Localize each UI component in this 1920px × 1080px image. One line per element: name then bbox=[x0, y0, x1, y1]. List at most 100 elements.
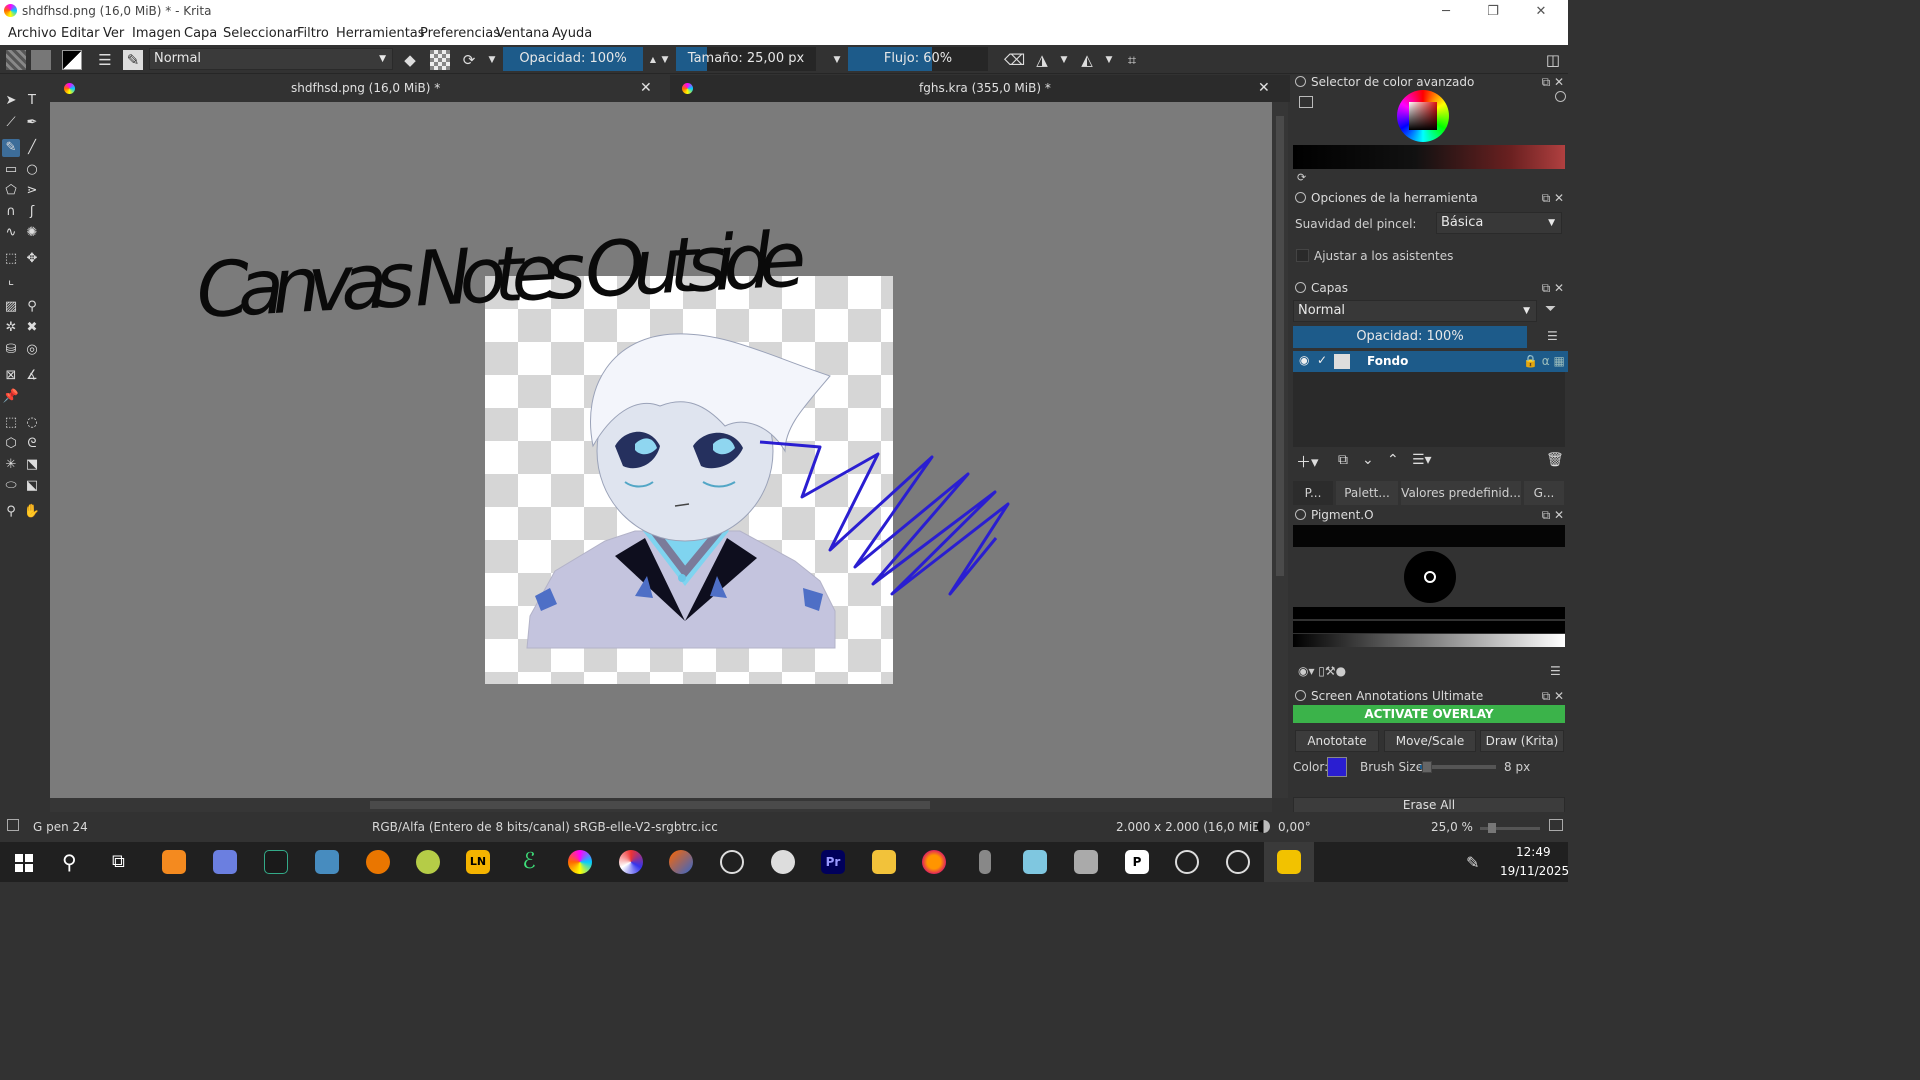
line-tool-icon[interactable]: ╱ bbox=[23, 139, 41, 157]
menu-imagen[interactable]: Imagen bbox=[132, 26, 181, 41]
multibrush-icon[interactable]: ✺ bbox=[23, 224, 41, 242]
duplicate-layer-icon[interactable]: ⧉ bbox=[1338, 452, 1348, 468]
select-shapes-icon[interactable]: ➤ bbox=[2, 92, 20, 110]
scrollbar-thumb[interactable] bbox=[370, 801, 930, 809]
tab-fghs[interactable]: fghs.kra (355,0 MiB) * ✕ bbox=[672, 75, 1290, 102]
windows-start-icon[interactable] bbox=[15, 854, 33, 872]
pigment-color-circle[interactable] bbox=[1404, 551, 1456, 603]
size-slider[interactable]: Tamaño: 25,00 px bbox=[676, 47, 816, 71]
reference-tool-icon[interactable]: 📌 bbox=[2, 388, 20, 406]
app-icon[interactable] bbox=[416, 850, 440, 874]
eraser-icon[interactable]: ◆ bbox=[400, 50, 420, 70]
transform-tool-icon[interactable]: ⬚ bbox=[2, 250, 20, 268]
annotation-color-swatch[interactable] bbox=[1327, 757, 1347, 777]
menu-herramientas[interactable]: Herramientas bbox=[336, 26, 425, 41]
layer-properties-icon[interactable]: ☰▾ bbox=[1412, 452, 1432, 468]
menu-archivo[interactable]: Archivo bbox=[8, 26, 57, 41]
float-close-icon[interactable]: ⧉ ✕ bbox=[1542, 687, 1564, 705]
scrollbar-thumb[interactable] bbox=[1276, 116, 1284, 576]
float-close-icon[interactable]: ⧉ ✕ bbox=[1542, 279, 1564, 297]
polyline-tool-icon[interactable]: ⋗ bbox=[23, 182, 41, 200]
brush-settings-icon[interactable]: ☰ bbox=[95, 50, 115, 70]
selection-icon[interactable] bbox=[7, 819, 19, 831]
menu-ventana[interactable]: Ventana bbox=[496, 26, 549, 41]
app-icon[interactable] bbox=[213, 850, 237, 874]
app-icon[interactable] bbox=[1277, 850, 1301, 874]
menu-ver[interactable]: Ver bbox=[103, 26, 124, 41]
brush-size-handle[interactable] bbox=[1422, 761, 1432, 773]
alpha-lock-icon[interactable] bbox=[430, 50, 450, 70]
zoom-tool-icon[interactable]: ⚲ bbox=[2, 503, 20, 521]
brush-size-slider[interactable] bbox=[1420, 761, 1496, 773]
chevron-down-icon[interactable]: ▼ bbox=[482, 50, 502, 70]
color-history-strip[interactable] bbox=[1293, 145, 1565, 169]
task-view-icon[interactable]: ⧉ bbox=[112, 851, 125, 872]
menu-preferencias[interactable]: Preferencias bbox=[420, 26, 500, 41]
no-color-icon[interactable] bbox=[1555, 91, 1566, 102]
annotate-button[interactable]: Anototate bbox=[1295, 730, 1379, 752]
pigment-panel[interactable] bbox=[1293, 547, 1565, 607]
activate-overlay-button[interactable]: ACTIVATE OVERLAY bbox=[1293, 705, 1565, 723]
microphone-icon[interactable] bbox=[979, 850, 991, 874]
layer-props-icon[interactable]: 🔒 α ▦ bbox=[1523, 354, 1565, 368]
assistant-tool-icon[interactable]: ⊠ bbox=[2, 367, 20, 385]
smart-patch-icon[interactable]: ✲ bbox=[2, 319, 20, 337]
erase-all-button[interactable]: Erase All bbox=[1293, 797, 1565, 813]
layer-menu-icon[interactable]: ☰ bbox=[1547, 329, 1558, 343]
search-icon[interactable]: ⚲ bbox=[62, 850, 77, 874]
move-tool-icon[interactable]: ✥ bbox=[23, 250, 41, 268]
app-icon[interactable]: ℰ bbox=[517, 850, 541, 874]
contiguous-select-icon[interactable]: ✳ bbox=[2, 456, 20, 474]
canvas-area[interactable]: Canvas Notes Outside bbox=[50, 102, 1272, 798]
godot-icon[interactable] bbox=[315, 850, 339, 874]
freehand-select-icon[interactable]: ᘓ bbox=[23, 435, 41, 453]
measure-tool-icon[interactable]: ∡ bbox=[23, 367, 41, 385]
tab-presets[interactable]: Valores predefinid... bbox=[1401, 481, 1521, 505]
blend-mode-select[interactable]: Normal ▼ bbox=[149, 48, 393, 70]
colorize-mask-icon[interactable]: ✖ bbox=[23, 319, 41, 337]
text-tool-icon[interactable]: T bbox=[23, 92, 41, 110]
bezier-select-icon[interactable]: ⬭ bbox=[2, 477, 20, 495]
wrap-around-icon[interactable]: ⌗ bbox=[1122, 50, 1142, 70]
sublime-text-icon[interactable] bbox=[162, 850, 186, 874]
pigment-slider-1[interactable] bbox=[1293, 607, 1565, 619]
fg-bg-color-icon[interactable] bbox=[62, 50, 82, 70]
app-icon[interactable]: P bbox=[1125, 850, 1149, 874]
dynamic-brush-icon[interactable]: ∿ bbox=[2, 224, 20, 242]
layer-blend-select[interactable]: Normal ▼ bbox=[1293, 300, 1537, 322]
workspace-icon[interactable]: ◫ bbox=[1543, 50, 1563, 70]
tab-shdfhsd[interactable]: shdfhsd.png (16,0 MiB) * ✕ bbox=[50, 75, 670, 102]
freehand-brush-icon[interactable]: ✎ bbox=[2, 139, 20, 157]
pigment-menu-icon[interactable]: ☰ bbox=[1550, 664, 1561, 678]
visibility-eye-icon[interactable]: ◉ bbox=[1299, 353, 1309, 367]
move-layer-up-icon[interactable]: ⌃ bbox=[1387, 452, 1399, 468]
color-wheel[interactable] bbox=[1397, 90, 1449, 142]
mirror-horizontal-icon[interactable]: ◮ bbox=[1032, 50, 1052, 70]
float-close-icon[interactable]: ⧉ ✕ bbox=[1542, 189, 1564, 207]
polygon-select-icon[interactable]: ⬡ bbox=[2, 435, 20, 453]
obs-icon[interactable] bbox=[1226, 850, 1250, 874]
app-icon[interactable] bbox=[1023, 850, 1047, 874]
close-window-icon[interactable]: ✕ bbox=[1521, 2, 1561, 22]
gradient-tool-icon[interactable]: ▨ bbox=[2, 298, 20, 316]
krita-icon[interactable] bbox=[568, 850, 592, 874]
firefox-icon[interactable] bbox=[922, 850, 946, 874]
tab-palette[interactable]: Palett... bbox=[1336, 481, 1398, 505]
app-icon[interactable] bbox=[771, 850, 795, 874]
gradient-icon[interactable] bbox=[6, 50, 26, 70]
lock-icon[interactable] bbox=[1295, 192, 1306, 203]
chevron-down-icon[interactable]: ▼ bbox=[1054, 50, 1074, 70]
color-picker-icon[interactable]: ⚲ bbox=[23, 298, 41, 316]
rect-select-icon[interactable]: ⬚ bbox=[2, 414, 20, 432]
fill-tool-icon[interactable]: ⛁ bbox=[2, 341, 20, 359]
lock-icon[interactable] bbox=[1295, 282, 1306, 293]
smoothing-select[interactable]: Básica ▼ bbox=[1436, 212, 1562, 234]
file-explorer-icon[interactable] bbox=[872, 850, 896, 874]
lock-icon[interactable] bbox=[1295, 509, 1306, 520]
draw-krita-button[interactable]: Draw (Krita) bbox=[1480, 730, 1564, 752]
close-tab-icon[interactable]: ✕ bbox=[1258, 75, 1270, 102]
lock-icon[interactable] bbox=[1295, 690, 1306, 701]
similar-select-icon[interactable]: ⬔ bbox=[23, 456, 41, 474]
colorspace-info[interactable]: RGB/Alfa (Entero de 8 bits/canal) sRGB-e… bbox=[372, 820, 718, 834]
vertical-scrollbar[interactable] bbox=[1272, 102, 1288, 798]
